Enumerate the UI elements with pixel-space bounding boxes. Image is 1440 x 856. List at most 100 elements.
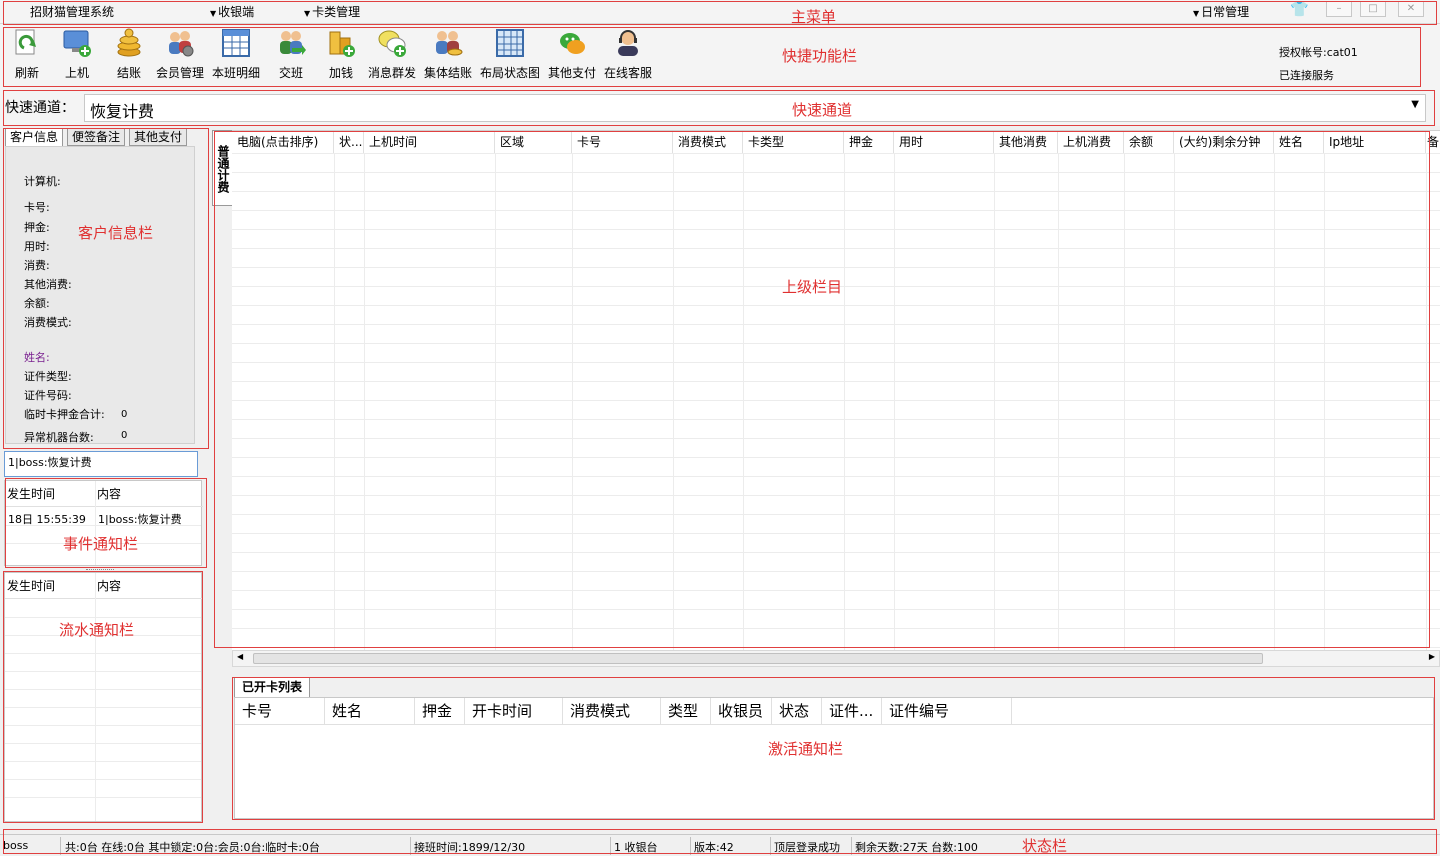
tab-opened-cards[interactable]: 已开卡列表	[234, 677, 310, 697]
grid-row-line	[232, 305, 1440, 306]
toolbar-members-button[interactable]: 会员管理	[156, 28, 204, 81]
status-remaining: 剩余天数:27天 台数:100	[855, 841, 978, 854]
refresh-icon	[15, 29, 36, 55]
event-col-content[interactable]: 内容	[95, 481, 203, 507]
col-consume-mode[interactable]: 消费模式	[673, 131, 743, 153]
flow-col-content[interactable]: 内容	[95, 573, 203, 599]
scroll-right-icon[interactable]: ▶	[1429, 652, 1435, 661]
card-col-type[interactable]: 类型	[661, 698, 711, 724]
col-computer[interactable]: 电脑(点击排序)	[232, 131, 334, 153]
card-col-number[interactable]: 卡号	[235, 698, 325, 724]
grid-row-line	[232, 647, 1440, 648]
col-remaining-minutes[interactable]: (大约)剩余分钟	[1174, 131, 1274, 153]
grid-row-line	[232, 267, 1440, 268]
menu-daily-management[interactable]: ▼ 日常管理	[1193, 3, 1249, 20]
flow-col-time[interactable]: 发生时间	[5, 573, 95, 599]
menu-cashier[interactable]: ▼ 收银端	[210, 3, 254, 20]
col-area[interactable]: 区域	[495, 131, 572, 153]
skin-shirt-icon[interactable]: 👕	[1290, 0, 1309, 18]
toolbar-broadcast-button[interactable]: 消息群发	[368, 28, 416, 81]
grid-row-line	[232, 552, 1440, 553]
toolbar-group-checkout-button[interactable]: 集体结账	[424, 28, 472, 81]
col-card-number[interactable]: 卡号	[572, 131, 673, 153]
toolbar-other-pay-label: 其他支付	[548, 66, 597, 80]
toolbar-members-label: 会员管理	[156, 66, 205, 80]
grid-column-line	[1058, 131, 1059, 650]
toolbar-support-button[interactable]: 在线客服	[604, 28, 652, 81]
col-login-time[interactable]: 上机时间	[364, 131, 495, 153]
card-col-name[interactable]: 姓名	[325, 698, 415, 724]
card-col-id-type[interactable]: 证件...	[822, 698, 882, 724]
col-ip-address[interactable]: Ip地址	[1324, 131, 1426, 153]
col-deposit[interactable]: 押金	[844, 131, 894, 153]
toolbar-other-pay-button[interactable]: 其他支付	[548, 28, 596, 81]
card-col-open-time[interactable]: 开卡时间	[465, 698, 563, 724]
connection-status: 已连接服务	[1279, 69, 1334, 82]
col-name[interactable]: 姓名	[1274, 131, 1324, 153]
menu-card-management[interactable]: ▼ 卡类管理	[304, 3, 360, 20]
flow-row-line	[5, 707, 201, 708]
grid-row-line	[232, 343, 1440, 344]
close-button[interactable]: ✕	[1398, 1, 1424, 17]
flow-notice-grid: 发生时间 内容	[4, 572, 203, 822]
grid-table-icon	[222, 29, 250, 57]
info-temp-deposit-total-value: 0	[121, 409, 128, 420]
card-col-consume-mode[interactable]: 消费模式	[563, 698, 661, 724]
scroll-left-icon[interactable]: ◀	[237, 652, 243, 661]
annotation-status-bar: 状态栏	[1022, 837, 1068, 855]
col-status[interactable]: 状...	[334, 131, 364, 153]
toolbar-refresh-button[interactable]: 刷新	[12, 28, 42, 81]
splitter-handle[interactable]	[86, 567, 114, 570]
info-time-used: 用时:	[24, 240, 50, 253]
info-temp-deposit-total: 临时卡押金合计:	[24, 408, 105, 421]
toolbar-add-money-button[interactable]: 加钱	[326, 28, 356, 81]
annotation-quick-channel: 快速通道	[792, 101, 853, 119]
card-col-status[interactable]: 状态	[772, 698, 822, 724]
toolbar-checkout-button[interactable]: 结账	[114, 28, 144, 81]
toolbar-handover-button[interactable]: 交班	[276, 28, 306, 81]
toolbar-shift-detail-button[interactable]: 本班明细	[212, 28, 260, 81]
grid-row-line	[232, 533, 1440, 534]
grid-column-line	[572, 131, 573, 650]
status-version: 版本:42	[694, 841, 734, 854]
toolbar-layout-status-button[interactable]: 布局状态图	[480, 28, 540, 81]
col-balance[interactable]: 余额	[1124, 131, 1174, 153]
flow-col-divider	[95, 573, 96, 821]
card-col-id-number[interactable]: 证件编号	[882, 698, 1012, 724]
tab-notes[interactable]: 便签备注	[67, 128, 125, 146]
col-notes[interactable]: 备	[1426, 131, 1440, 153]
grid-row-line	[232, 381, 1440, 382]
scrollbar-thumb[interactable]	[253, 653, 1263, 664]
computer-list-grid: 电脑(点击排序) 状... 上机时间 区域 卡号 消费模式 卡类型 押金 用时 …	[232, 130, 1440, 650]
card-head-line	[235, 724, 1433, 725]
tab-other-pay[interactable]: 其他支付	[129, 128, 187, 146]
maximize-button[interactable]: □	[1360, 1, 1386, 17]
grid-row-line	[232, 248, 1440, 249]
quick-channel-select[interactable]: 恢复计费 ▼	[84, 94, 1426, 122]
authorized-account: 授权帐号:cat01	[1279, 46, 1358, 59]
event-message-input[interactable]: 1|boss:恢复计费	[4, 451, 198, 477]
menu-card-management-label: 卡类管理	[312, 5, 361, 19]
flow-row-line	[5, 653, 201, 654]
toolbar-online-button[interactable]: 上机	[62, 28, 92, 81]
col-other-consumption[interactable]: 其他消费	[994, 131, 1058, 153]
toolbar-layout-status-label: 布局状态图	[480, 66, 541, 80]
grid-column-line	[1124, 131, 1125, 650]
card-col-deposit[interactable]: 押金	[415, 698, 465, 724]
dropdown-arrow-icon[interactable]: ▼	[1411, 99, 1419, 110]
card-col-cashier[interactable]: 收银员	[711, 698, 772, 724]
grid-row-line	[232, 172, 1440, 173]
col-card-type[interactable]: 卡类型	[743, 131, 844, 153]
status-separator	[610, 837, 611, 855]
horizontal-scrollbar[interactable]: ◀ ▶	[232, 650, 1440, 667]
annotation-main-menu: 主菜单	[791, 8, 837, 26]
tab-customer-info[interactable]: 客户信息	[5, 128, 63, 148]
flow-row-line	[5, 725, 201, 726]
caret-down-icon: ▼	[304, 9, 311, 18]
flow-row-line	[5, 779, 201, 780]
minimize-button[interactable]: –	[1326, 1, 1352, 17]
event-col-time[interactable]: 发生时间	[5, 481, 95, 507]
col-time-used[interactable]: 用时	[894, 131, 994, 153]
col-session-consumption[interactable]: 上机消费	[1058, 131, 1124, 153]
tab-normal-billing[interactable]: 普通计费	[212, 130, 232, 206]
